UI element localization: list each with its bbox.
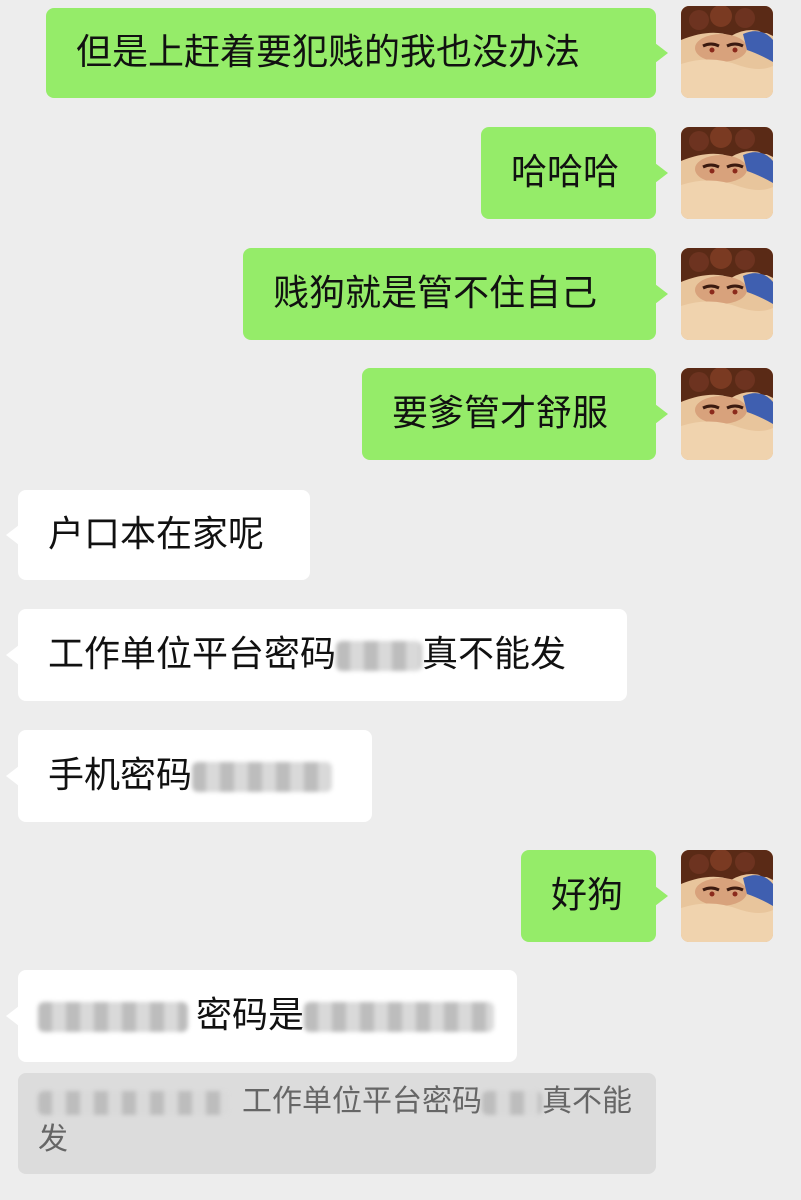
redacted-text bbox=[336, 641, 423, 671]
message-text: 但是上赶着要犯贱的我也没办法 bbox=[76, 32, 581, 73]
message-text: 真不能发 bbox=[422, 634, 567, 675]
redacted-text bbox=[38, 1002, 188, 1032]
avatar[interactable] bbox=[681, 368, 773, 460]
avatar-image-icon bbox=[681, 368, 773, 460]
message-bubble-outgoing[interactable]: 好狗 bbox=[521, 850, 668, 942]
quote-text: 工作单位平台密码 bbox=[242, 1084, 482, 1119]
avatar-image-icon bbox=[681, 850, 773, 942]
redacted-text bbox=[38, 1090, 228, 1115]
avatar-image-icon bbox=[681, 248, 773, 340]
message-text: 要爹管才舒服 bbox=[392, 393, 609, 434]
avatar[interactable] bbox=[681, 127, 773, 219]
message-bubble-outgoing[interactable]: 贱狗就是管不住自己 bbox=[243, 248, 668, 340]
redacted-text bbox=[482, 1090, 542, 1115]
message-bubble-outgoing[interactable]: 哈哈哈 bbox=[481, 127, 668, 219]
message-bubble-incoming[interactable]: 工作单位平台密码 真不能发 bbox=[6, 609, 627, 701]
message-bubble-outgoing[interactable]: 但是上赶着要犯贱的我也没办法 bbox=[46, 8, 668, 98]
avatar-image-icon bbox=[681, 127, 773, 219]
avatar[interactable] bbox=[681, 6, 773, 98]
message-bubble-incoming[interactable]: 手机密码 bbox=[6, 730, 372, 822]
message-bubble-incoming[interactable]: 户口本在家呢 bbox=[6, 490, 310, 580]
avatar-image-icon bbox=[681, 6, 773, 98]
message-text: 工作单位平台密码 bbox=[48, 634, 337, 675]
message-text: 手机密码 bbox=[48, 755, 193, 796]
message-text: 户口本在家呢 bbox=[48, 514, 265, 555]
avatar[interactable] bbox=[681, 248, 773, 340]
message-bubble-incoming[interactable]: 密码是 bbox=[6, 970, 517, 1062]
message-bubble-outgoing[interactable]: 要爹管才舒服 bbox=[362, 368, 668, 460]
message-text: 好狗 bbox=[551, 875, 624, 916]
avatar[interactable] bbox=[681, 850, 773, 942]
redacted-text bbox=[304, 1002, 495, 1032]
message-text: 密码是 bbox=[196, 995, 305, 1036]
message-text: 贱狗就是管不住自己 bbox=[273, 273, 598, 314]
message-text: 哈哈哈 bbox=[511, 152, 620, 193]
quoted-message[interactable]: 工作单位平台密码 真不能发 bbox=[18, 1073, 656, 1174]
redacted-text bbox=[192, 762, 333, 792]
